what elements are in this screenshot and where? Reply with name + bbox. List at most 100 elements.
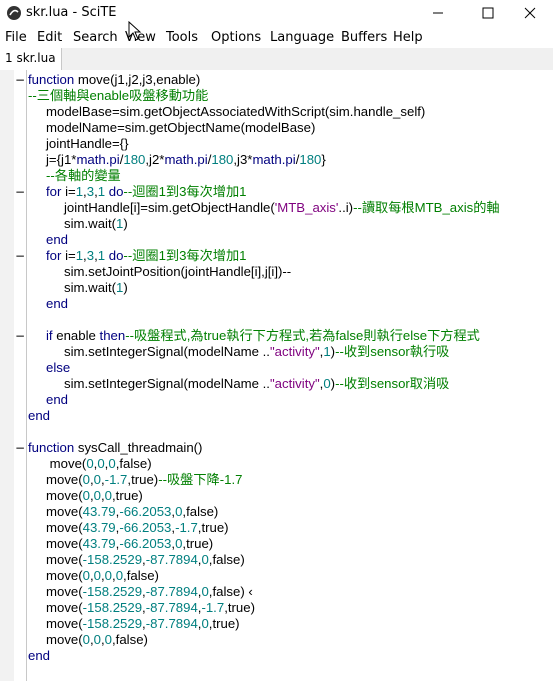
minimize-button[interactable] [415, 0, 461, 26]
token-num: -87.7894 [145, 552, 198, 567]
menu-edit[interactable]: Edit [37, 30, 62, 45]
token-num: -66.2053 [119, 504, 172, 519]
code-line[interactable]: end [0, 392, 553, 408]
token-cm: --吸盤程式,為true執行下方程式,若為false則執行else下方程式 [125, 328, 480, 343]
code-text: end [28, 408, 50, 424]
maximize-button[interactable] [465, 0, 511, 26]
menu-file[interactable]: File [5, 30, 27, 45]
token-id: ,true) [197, 520, 229, 535]
token-num: 0 [323, 376, 331, 391]
code-line[interactable]: move(-158.2529,-87.7894,-1.7,true) [0, 600, 553, 616]
token-id: i= [65, 184, 76, 199]
token-kw: for [46, 184, 66, 199]
code-line[interactable]: --三個軸與enable吸盤移動功能 [0, 88, 553, 104]
code-line[interactable]: move(43.79,-66.2053,0,false) [0, 504, 553, 520]
code-line[interactable]: sim.setIntegerSignal(modelName .."activi… [0, 376, 553, 392]
tab-skr-lua[interactable]: 1 skr.lua [0, 48, 62, 70]
token-id: sim.setIntegerSignal(modelName .. [64, 376, 270, 391]
code-text: modelBase=sim.getObjectAssociatedWithScr… [46, 104, 425, 120]
code-line[interactable]: jointHandle={} [0, 136, 553, 152]
code-line[interactable]: modelBase=sim.getObjectAssociatedWithScr… [0, 104, 553, 120]
token-num: 0 [82, 472, 90, 487]
token-id: j={j1* [46, 152, 77, 167]
code-line[interactable]: move(0,0,0,false) [0, 456, 553, 472]
code-line[interactable] [0, 424, 553, 440]
token-kw: end [28, 648, 51, 663]
fold-marker[interactable]: − [15, 328, 25, 344]
code-line[interactable] [0, 312, 553, 328]
token-id: ,false) [112, 632, 148, 647]
token-num: 1 [323, 344, 331, 359]
token-id: move( [46, 520, 83, 535]
code-line[interactable]: sim.setIntegerSignal(modelName .."activi… [0, 344, 553, 360]
code-line[interactable]: else [0, 360, 553, 376]
code-line[interactable]: end [0, 232, 553, 248]
token-num: 43.79 [82, 520, 116, 535]
token-num: -1.7 [175, 520, 198, 535]
code-line[interactable]: − for i=1,3,1 do--迴圈1到3每次增加1 [0, 184, 553, 200]
token-id: move( [46, 536, 83, 551]
menu-language[interactable]: Language [270, 30, 334, 45]
menu-options[interactable]: Options [211, 30, 261, 45]
code-line[interactable]: − function move(j1,j2,j3,enable) [0, 72, 553, 88]
code-line[interactable]: move(43.79,-66.2053,0,true) [0, 536, 553, 552]
code-line[interactable]: move(0,0,-1.7,true)--吸盤下降-1.7 [0, 472, 553, 488]
code-line[interactable]: − function sysCall_threadmain() [0, 440, 553, 456]
token-num: -87.7894 [145, 584, 198, 599]
code-line[interactable]: --各軸的變量 [0, 168, 553, 184]
fold-marker[interactable]: − [15, 184, 25, 200]
code-line[interactable]: end [0, 408, 553, 424]
menu-help[interactable]: Help [393, 30, 423, 45]
code-line[interactable]: end [0, 648, 553, 664]
code-text: move(0,0,0,0,false) [46, 568, 159, 584]
token-num: -158.2529 [82, 600, 143, 615]
code-line[interactable]: move(-158.2529,-87.7894,0,false) ‹ [0, 584, 553, 600]
token-kw: end [46, 392, 69, 407]
code-editor[interactable]: − function move(j1,j2,j3,enable) --三個軸與ena… [0, 70, 553, 681]
token-cm: --吸盤下降-1.7 [158, 472, 243, 487]
token-id: move(j1,j2,j3,enable) [77, 72, 201, 87]
token-id: move( [46, 472, 83, 487]
close-button[interactable] [507, 0, 553, 26]
menu-search[interactable]: Search [73, 30, 118, 45]
code-line[interactable]: move(0,0,0,0,false) [0, 568, 553, 584]
code-text: sim.wait(1) [64, 216, 128, 232]
fold-marker[interactable]: − [15, 248, 25, 264]
scite-app-icon [7, 6, 21, 20]
menu-buffers[interactable]: Buffers [341, 30, 387, 45]
code-line[interactable]: j={j1*math.pi/180,j2*math.pi/180,j3*math… [0, 152, 553, 168]
code-line[interactable]: sim.wait(1) [0, 216, 553, 232]
code-line[interactable]: sim.setJointPosition(jointHandle[i],j[i]… [0, 264, 553, 280]
code-text: end [46, 232, 68, 248]
code-line[interactable]: jointHandle[i]=sim.getObjectHandle('MTB_… [0, 200, 553, 216]
token-num: 0 [201, 552, 209, 567]
token-kw: function [28, 72, 78, 87]
code-text: move(0,0,0,false) [46, 632, 148, 648]
code-line[interactable]: move(0,0,0,true) [0, 488, 553, 504]
code-text: move(43.79,-66.2053,0,true) [46, 536, 213, 552]
token-id: ,false) [208, 552, 245, 567]
code-line[interactable]: modelName=sim.getObjectName(modelBase) [0, 120, 553, 136]
fold-marker[interactable]: − [15, 72, 25, 88]
code-line[interactable]: move(-158.2529,-87.7894,0,false) [0, 552, 553, 568]
token-id: i= [65, 248, 76, 263]
token-id: } [321, 152, 326, 167]
code-text: for i=1,3,1 do--迴圈1到3每次增加1 [46, 248, 247, 264]
code-text: end [46, 296, 68, 312]
menu-tools[interactable]: Tools [166, 30, 198, 45]
code-line[interactable]: move(-158.2529,-87.7894,0,true) [0, 616, 553, 632]
code-line[interactable]: move(0,0,0,false) [0, 632, 553, 648]
code-line[interactable]: − for i=1,3,1 do--迴圈1到3每次增加1 [0, 248, 553, 264]
token-id: enable [56, 328, 100, 343]
token-id: jointHandle[i]=sim.getObjectHandle( [64, 200, 275, 215]
code-line[interactable]: end [0, 296, 553, 312]
code-line[interactable]: − if enable then--吸盤程式,為true執行下方程式,若為fals… [0, 328, 553, 344]
code-line[interactable]: move(43.79,-66.2053,-1.7,true) [0, 520, 553, 536]
tab-bar: 1 skr.lua [0, 48, 553, 71]
token-num: -158.2529 [82, 552, 143, 567]
code-text: modelName=sim.getObjectName(modelBase) [46, 120, 315, 136]
code-line[interactable]: sim.wait(1) [0, 280, 553, 296]
token-num: 0 [104, 488, 113, 503]
token-cm: --迴圈1到3每次增加1 [123, 248, 247, 263]
fold-marker[interactable]: − [15, 440, 25, 456]
